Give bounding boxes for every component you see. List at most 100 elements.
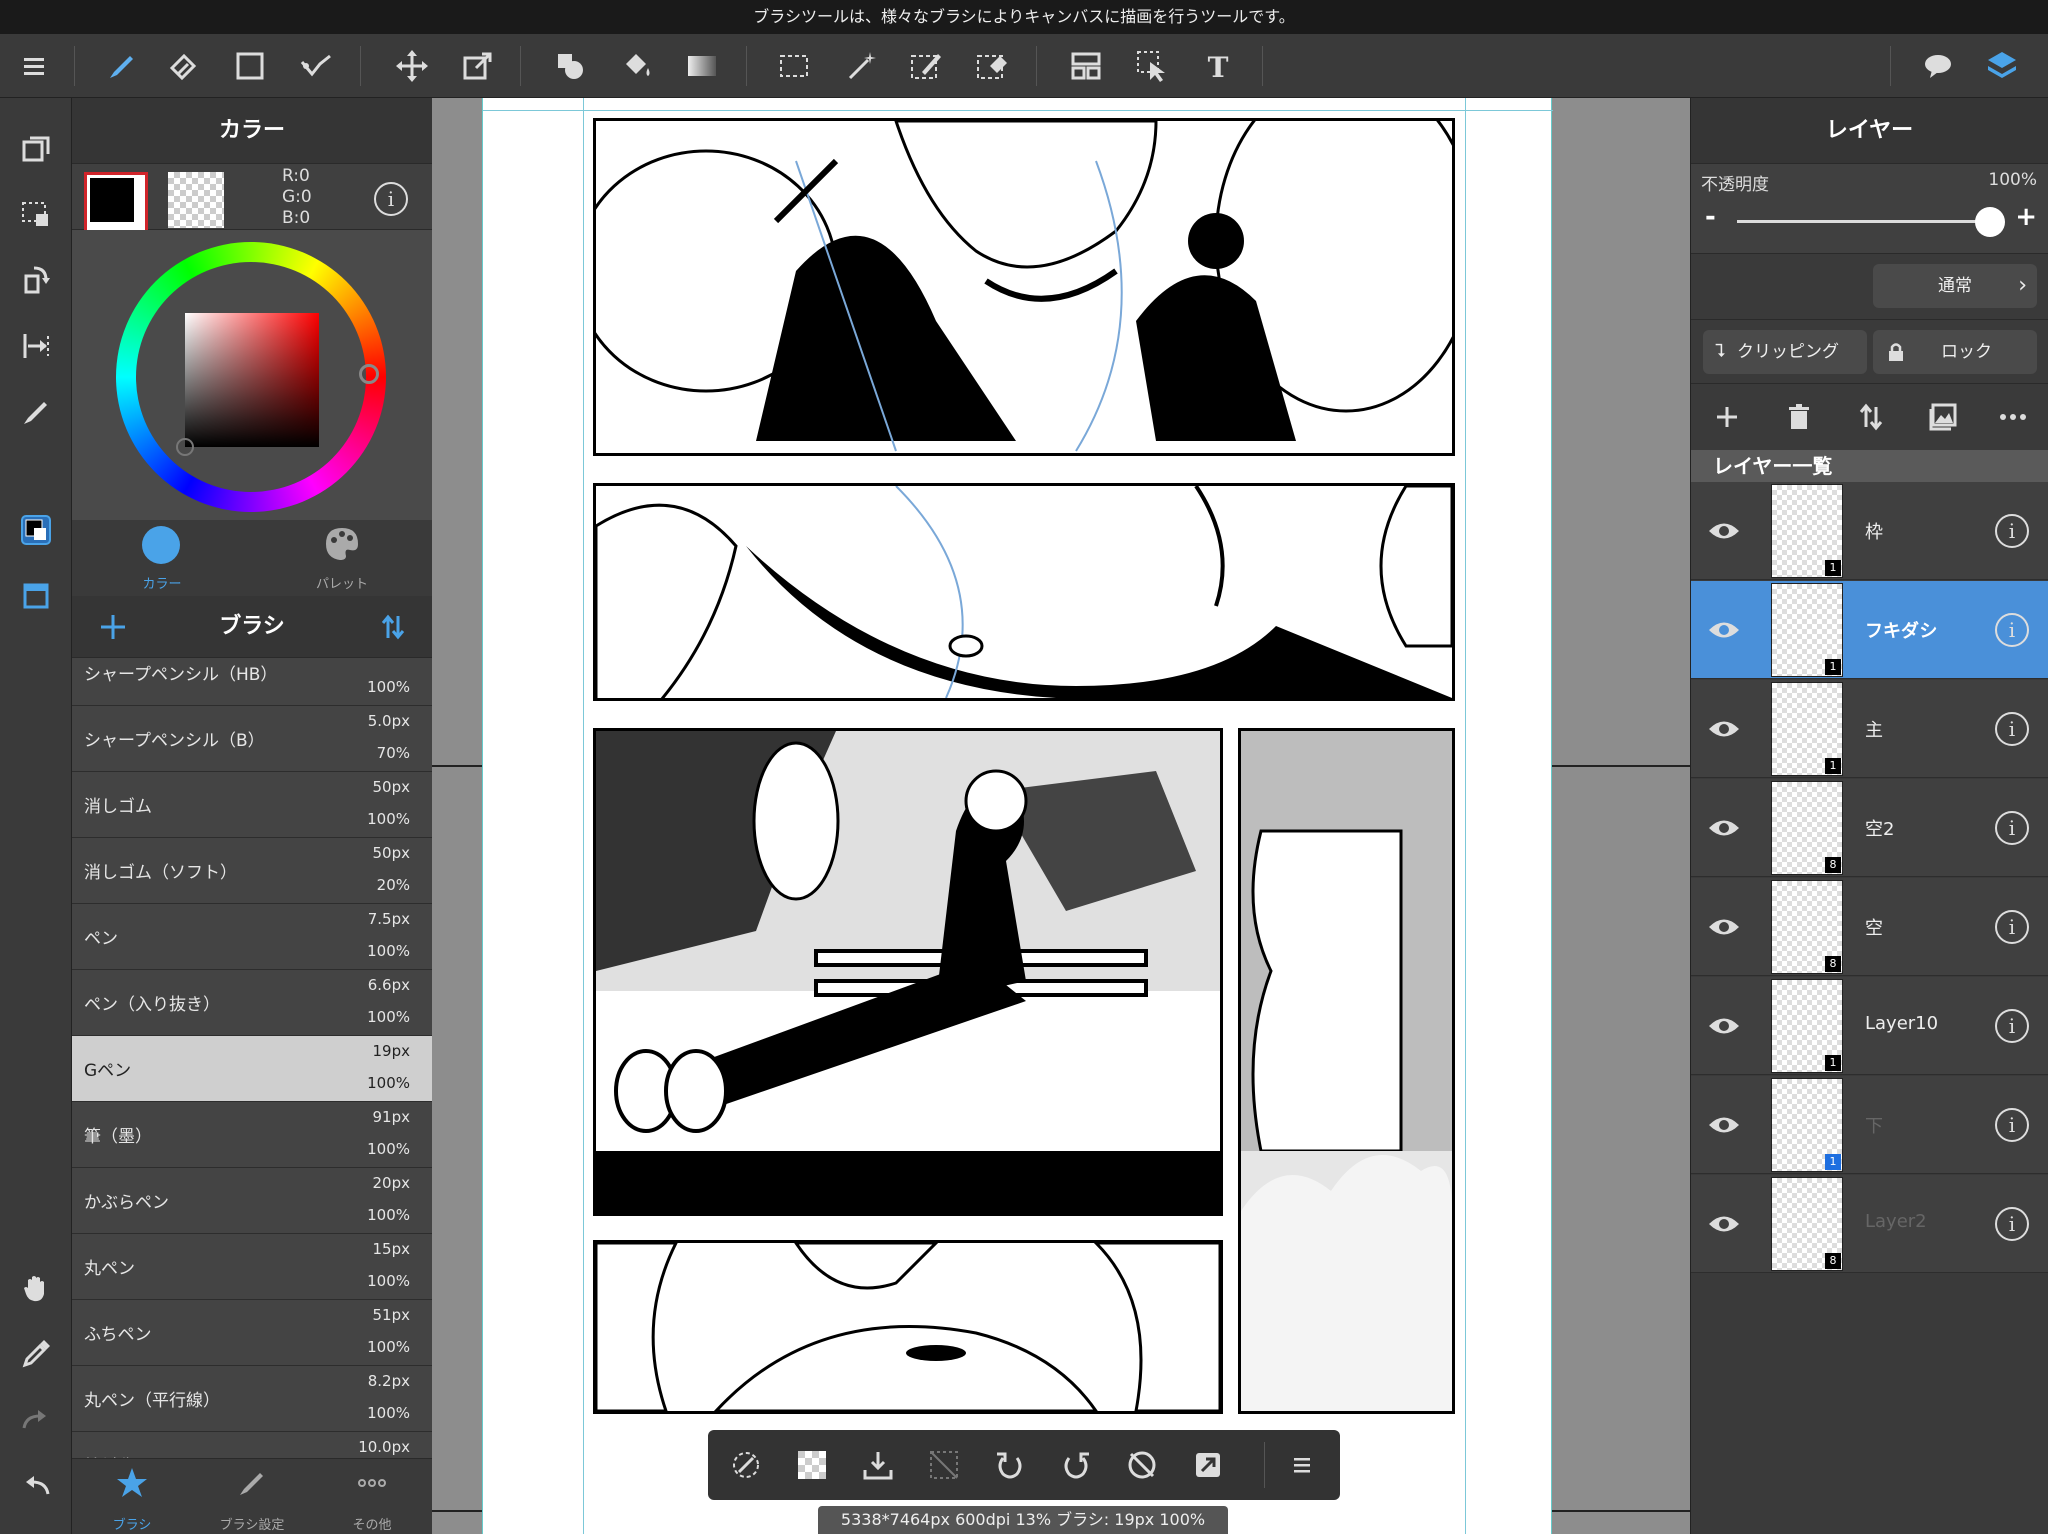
pen-pressure-icon[interactable]	[12, 388, 60, 436]
clipping-button[interactable]: ⮧ クリッピング	[1703, 330, 1867, 374]
eye-icon[interactable]	[1701, 1005, 1747, 1047]
layer-row[interactable]: 1 枠 i	[1691, 482, 2048, 580]
color-info-icon[interactable]: i	[374, 182, 408, 216]
rotate-right-icon[interactable]	[1052, 1441, 1100, 1489]
layer-info-icon[interactable]: i	[1995, 910, 2029, 944]
add-layer-icon[interactable]	[1703, 393, 1751, 441]
eye-icon[interactable]	[1701, 906, 1747, 948]
hue-marker[interactable]	[359, 364, 379, 384]
frame-divide-icon[interactable]	[1058, 34, 1114, 98]
transform-icon[interactable]	[450, 34, 506, 98]
selection-display-icon[interactable]	[12, 190, 60, 238]
layer-info-icon[interactable]: i	[1995, 1207, 2029, 1241]
lock-button[interactable]: ロック	[1873, 330, 2037, 374]
deselect-icon[interactable]	[722, 1441, 770, 1489]
layer-info-icon[interactable]: i	[1995, 1108, 2029, 1142]
primary-color-swatch[interactable]	[84, 172, 148, 236]
layer-row[interactable]: 1 主 i	[1691, 680, 2048, 778]
layer-row[interactable]: 8 Layer2 i	[1691, 1175, 2048, 1273]
layer-row[interactable]: 1 Layer10 i	[1691, 977, 2048, 1075]
tab-brush-settings[interactable]: ブラシ設定	[192, 1459, 312, 1534]
blend-mode-button[interactable]: 通常 ›	[1873, 264, 2037, 308]
brush-item[interactable]: 線対称10.0px	[72, 1432, 432, 1458]
opacity-plus-button[interactable]: +	[2015, 202, 2037, 232]
brush-item[interactable]: シャープペンシル（HB） 100%	[72, 658, 432, 706]
add-brush-icon[interactable]	[98, 612, 128, 642]
eye-icon[interactable]	[1701, 807, 1747, 849]
reset-rotation-icon[interactable]	[1118, 1441, 1166, 1489]
redo-icon[interactable]	[12, 1396, 60, 1444]
move-icon[interactable]	[384, 34, 440, 98]
secondary-color-swatch[interactable]	[168, 172, 224, 228]
snap-icon[interactable]	[12, 322, 60, 370]
brush-icon[interactable]	[92, 34, 148, 98]
select-pen-icon[interactable]	[898, 34, 954, 98]
transparency-icon[interactable]	[788, 1441, 836, 1489]
eye-icon[interactable]	[1701, 1203, 1747, 1245]
opacity-slider-thumb[interactable]	[1975, 207, 2005, 237]
brush-item[interactable]: 消しゴム 50px 100%	[72, 772, 432, 838]
brush-item[interactable]: かぶらペン 20px 100%	[72, 1168, 432, 1234]
brush-item[interactable]: 丸ペン 15px 100%	[72, 1234, 432, 1300]
canvas-area[interactable]: 5338*7464px 600dpi 13% ブラシ: 19px 100%	[432, 98, 1690, 1534]
operation-icon[interactable]	[1124, 34, 1180, 98]
opacity-minus-button[interactable]: -	[1705, 202, 1716, 232]
layer-more-icon[interactable]	[1989, 393, 2037, 441]
opacity-slider[interactable]	[1737, 220, 1997, 223]
eye-icon[interactable]	[1701, 708, 1747, 750]
brush-item[interactable]: Gペン 19px 100%	[72, 1036, 432, 1102]
layer-row[interactable]: 8 空 i	[1691, 878, 2048, 976]
eye-icon[interactable]	[1701, 1104, 1747, 1146]
select-eraser-icon[interactable]	[964, 34, 1020, 98]
rectangle-icon[interactable]	[222, 34, 278, 98]
layer-info-icon[interactable]: i	[1995, 613, 2029, 647]
layer-info-icon[interactable]: i	[1995, 712, 2029, 746]
tab-other[interactable]: その他	[312, 1459, 432, 1534]
bucket-icon[interactable]	[608, 34, 664, 98]
select-rect-icon[interactable]	[766, 34, 822, 98]
panel-toggle-icon[interactable]	[12, 572, 60, 620]
delete-layer-icon[interactable]	[1775, 393, 1823, 441]
tab-brush[interactable]: ブラシ	[72, 1459, 192, 1534]
saturation-value-square[interactable]	[185, 313, 319, 447]
rotate-canvas-icon[interactable]	[12, 256, 60, 304]
brush-item[interactable]: ふちペン 51px 100%	[72, 1300, 432, 1366]
invert-selection-icon[interactable]	[920, 1441, 968, 1489]
tab-palette[interactable]: パレット	[252, 520, 432, 596]
tab-color[interactable]: カラー	[72, 520, 252, 596]
text-icon[interactable]: T	[1190, 34, 1246, 98]
color-swap-icon[interactable]	[12, 506, 60, 554]
menu-icon[interactable]	[6, 34, 62, 98]
sort-brush-icon[interactable]	[378, 612, 408, 642]
import-icon[interactable]	[854, 1441, 902, 1489]
magic-wand-icon[interactable]	[834, 34, 890, 98]
hand-icon[interactable]	[12, 1264, 60, 1312]
layer-row[interactable]: 1 下 i	[1691, 1076, 2048, 1174]
brush-item[interactable]: 丸ペン（平行線） 8.2px 100%	[72, 1366, 432, 1432]
rotate-left-icon[interactable]	[986, 1441, 1034, 1489]
brush-item[interactable]: シャープペンシル（B） 5.0px 70%	[72, 706, 432, 772]
brush-item[interactable]: 消しゴム（ソフト） 50px 20%	[72, 838, 432, 904]
layers-icon[interactable]	[1974, 34, 2030, 98]
undo-icon[interactable]	[12, 1462, 60, 1510]
layer-image-icon[interactable]	[1919, 393, 1967, 441]
eraser-icon[interactable]	[156, 34, 212, 98]
eye-icon[interactable]	[1701, 510, 1747, 552]
flip-icon[interactable]	[1184, 1441, 1232, 1489]
canvas-window-icon[interactable]	[12, 124, 60, 172]
fill-shape-icon[interactable]	[542, 34, 598, 98]
speech-bubble-icon[interactable]	[1910, 34, 1966, 98]
sv-marker[interactable]	[176, 438, 194, 456]
stabilizer-icon[interactable]	[288, 34, 344, 98]
brush-item[interactable]: 筆（墨） 91px 100%	[72, 1102, 432, 1168]
brush-item[interactable]: ペン 7.5px 100%	[72, 904, 432, 970]
eye-icon[interactable]	[1701, 609, 1747, 651]
layer-row[interactable]: 1 フキダシ i	[1691, 581, 2048, 679]
eyedropper-icon[interactable]	[12, 1330, 60, 1378]
reorder-layer-icon[interactable]	[1847, 393, 1895, 441]
layer-info-icon[interactable]: i	[1995, 514, 2029, 548]
gradient-icon[interactable]	[674, 34, 730, 98]
layer-row[interactable]: 8 空2 i	[1691, 779, 2048, 877]
canvas-menu-icon[interactable]	[1278, 1441, 1326, 1489]
layer-info-icon[interactable]: i	[1995, 1009, 2029, 1043]
